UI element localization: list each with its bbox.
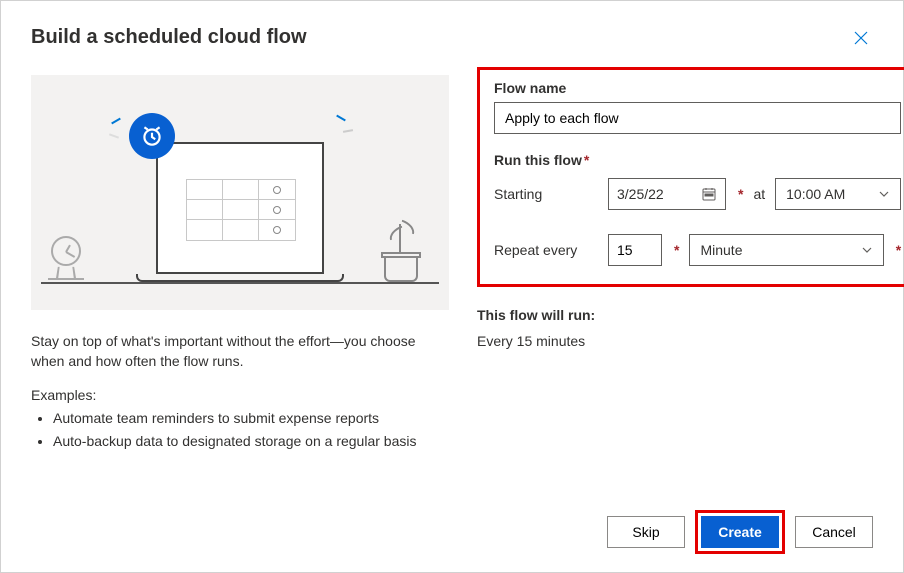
flow-name-label: Flow name xyxy=(494,80,901,96)
examples-heading: Examples: xyxy=(31,387,449,403)
chevron-down-icon xyxy=(878,188,890,200)
close-icon xyxy=(853,30,869,46)
example-item: Auto-backup data to designated storage o… xyxy=(53,430,449,452)
at-label: at xyxy=(753,186,765,202)
examples-list: Automate team reminders to submit expens… xyxy=(31,407,449,452)
chevron-down-icon xyxy=(861,244,873,256)
scheduled-flow-dialog: Build a scheduled cloud flow xyxy=(0,0,904,573)
dialog-title: Build a scheduled cloud flow xyxy=(31,26,307,49)
repeat-unit-value: Minute xyxy=(700,242,742,258)
starting-date-picker[interactable]: 3/25/22 xyxy=(608,178,726,210)
cancel-button[interactable]: Cancel xyxy=(795,516,873,548)
required-marker: * xyxy=(738,186,743,202)
left-pane: Stay on top of what's important without … xyxy=(31,75,449,552)
run-summary-label: This flow will run: xyxy=(477,307,904,323)
starting-time-dropdown[interactable]: 10:00 AM xyxy=(775,178,901,210)
create-button-highlight: Create xyxy=(695,510,785,554)
example-item: Automate team reminders to submit expens… xyxy=(53,407,449,429)
starting-date-value: 3/25/22 xyxy=(617,186,664,202)
form-highlight-area: Flow name Run this flow* Starting 3/25/2… xyxy=(477,67,904,287)
create-button[interactable]: Create xyxy=(701,516,779,548)
required-marker: * xyxy=(674,242,679,258)
dialog-content: Stay on top of what's important without … xyxy=(31,75,873,552)
dialog-footer: Skip Create Cancel xyxy=(607,510,873,554)
dialog-header: Build a scheduled cloud flow xyxy=(31,26,873,55)
close-button[interactable] xyxy=(849,26,873,55)
description-text: Stay on top of what's important without … xyxy=(31,332,449,371)
starting-time-value: 10:00 AM xyxy=(786,186,845,202)
run-summary-text: Every 15 minutes xyxy=(477,333,904,349)
skip-button[interactable]: Skip xyxy=(607,516,685,548)
repeat-unit-dropdown[interactable]: Minute xyxy=(689,234,883,266)
right-pane: Flow name Run this flow* Starting 3/25/2… xyxy=(477,75,904,552)
illustration xyxy=(31,75,449,310)
required-marker: * xyxy=(896,242,901,258)
calendar-icon xyxy=(701,186,717,202)
flow-name-input[interactable] xyxy=(494,102,901,134)
repeat-every-label: Repeat every xyxy=(494,242,598,258)
clock-badge-icon xyxy=(129,113,175,159)
starting-label: Starting xyxy=(494,186,598,202)
repeat-interval-input[interactable] xyxy=(608,234,662,266)
run-this-flow-label: Run this flow* xyxy=(494,152,901,168)
